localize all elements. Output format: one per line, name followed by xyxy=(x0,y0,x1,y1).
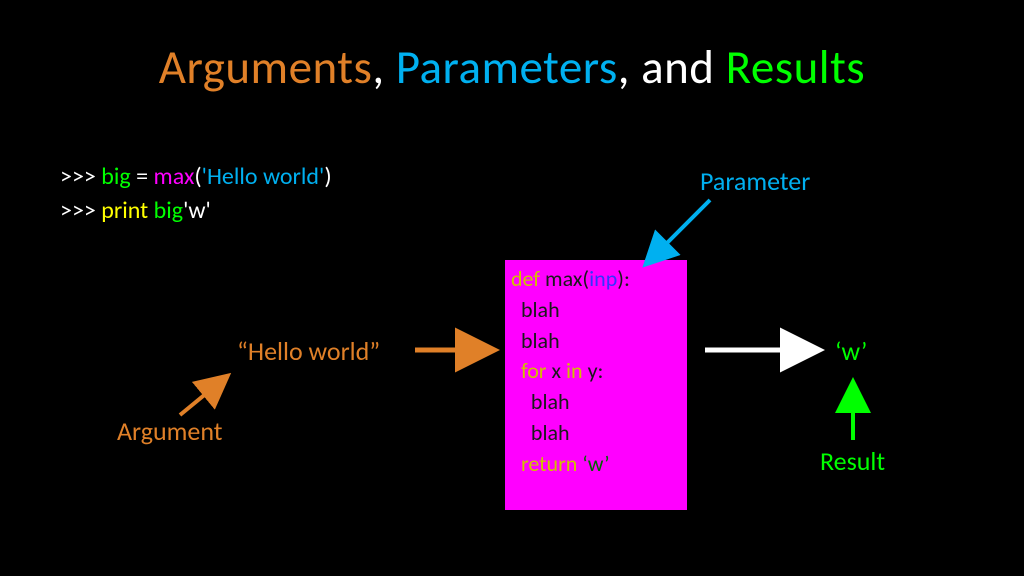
function-definition-box: def max(inp): blah blah for x in y: blah… xyxy=(505,260,687,510)
title-word-parameters: Parameters xyxy=(396,38,618,96)
prompt-1: >>> xyxy=(60,162,101,191)
blah-4: blah xyxy=(511,418,681,449)
result-value: ‘w’ xyxy=(835,335,867,367)
literal-hello: 'Hello world' xyxy=(202,162,325,191)
title-comma-1: , xyxy=(372,38,395,96)
slide-title: Arguments, Parameters, and Results xyxy=(0,38,1024,96)
for-line: for x in y: xyxy=(511,356,681,387)
print-big: big xyxy=(154,196,183,225)
func-max: max xyxy=(154,162,195,191)
kw-for: for xyxy=(511,357,551,384)
title-word-arguments: Arguments xyxy=(159,38,373,96)
kw-def: def xyxy=(511,265,545,292)
var-big: big xyxy=(101,162,136,191)
parameter-label: Parameter xyxy=(700,165,810,197)
var-y: y: xyxy=(588,357,604,384)
blah-2: blah xyxy=(511,326,681,357)
code-line-2: >>> print big'w' xyxy=(60,194,332,228)
result-label: Result xyxy=(820,445,885,477)
return-value: ‘w’ xyxy=(582,450,609,477)
print-w: 'w' xyxy=(183,196,211,225)
arrow-parameter-label xyxy=(648,200,710,262)
paren-open: ( xyxy=(194,162,201,191)
paren-close: ) xyxy=(324,162,331,191)
title-comma-and: , and xyxy=(618,38,726,96)
blah-1: blah xyxy=(511,295,681,326)
blah-3: blah xyxy=(511,387,681,418)
paren-colon: ): xyxy=(617,265,630,292)
assign-eq: = xyxy=(136,162,153,191)
kw-return: return xyxy=(511,450,582,477)
code-line-1: >>> big = max('Hello world') xyxy=(60,160,332,194)
fn-name: max( xyxy=(545,265,589,292)
prompt-2: >>> xyxy=(60,196,101,225)
argument-value: “Hello world” xyxy=(237,335,380,367)
return-line: return ‘w’ xyxy=(511,449,681,480)
arrow-argument-label xyxy=(180,378,225,415)
var-x: x xyxy=(551,357,566,384)
kw-in: in xyxy=(566,357,588,384)
interpreter-code: >>> big = max('Hello world') >>> print b… xyxy=(60,160,332,227)
argument-label: Argument xyxy=(117,415,223,447)
param-inp: inp xyxy=(589,265,617,292)
def-line: def max(inp): xyxy=(511,264,681,295)
title-word-results: Results xyxy=(726,38,866,96)
print-kw: print xyxy=(101,196,153,225)
